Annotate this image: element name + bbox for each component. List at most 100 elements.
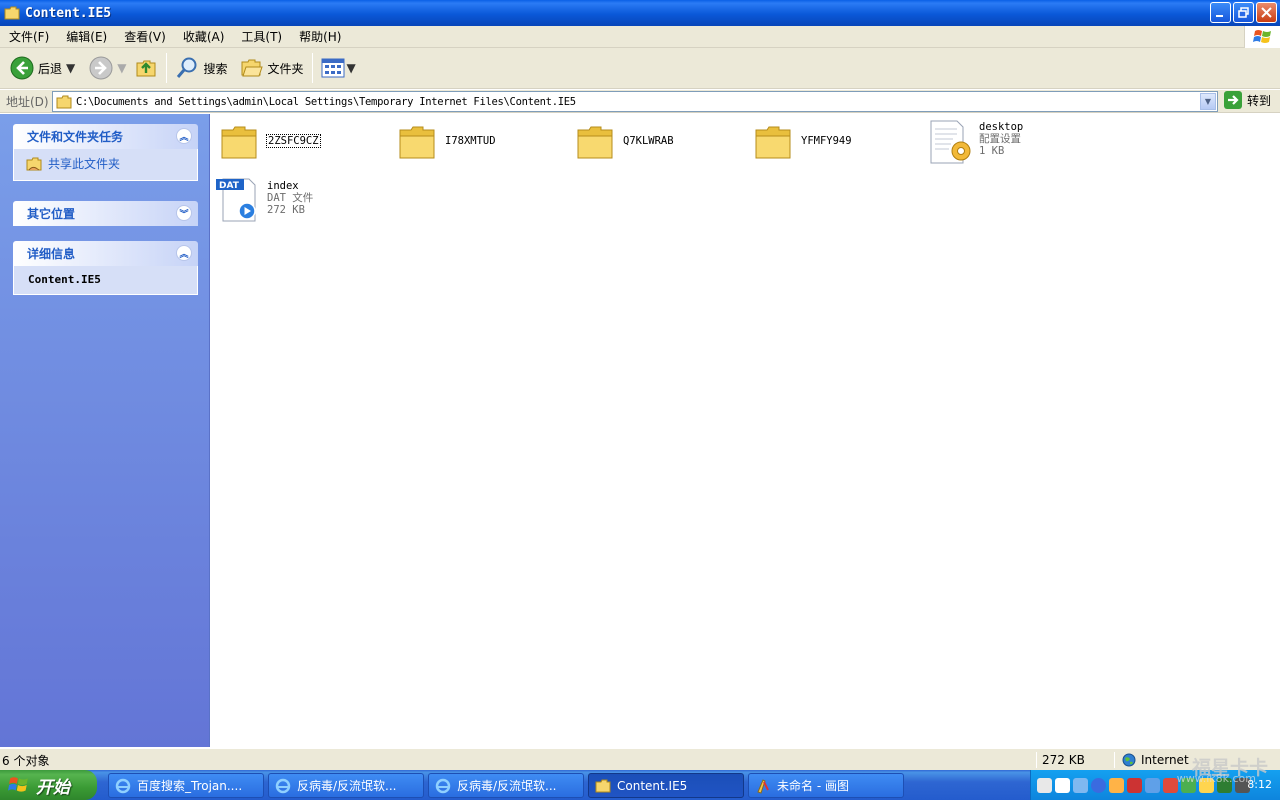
back-label: 后退 bbox=[38, 61, 63, 76]
panel-title: 文件和文件夹任务 bbox=[27, 130, 124, 144]
other-places-panel: 其它位置 ︾ bbox=[13, 201, 198, 226]
qq-icon[interactable] bbox=[1109, 777, 1124, 793]
file-name: YFMFY949 bbox=[801, 135, 852, 147]
panel-header[interactable]: 其它位置 ︾ bbox=[13, 201, 198, 226]
forward-arrow-icon bbox=[89, 56, 113, 80]
chevron-down-icon[interactable]: ▼ bbox=[347, 61, 356, 75]
monitor-icon[interactable] bbox=[1145, 777, 1160, 793]
help-icon[interactable] bbox=[1055, 777, 1070, 793]
restore-button[interactable] bbox=[1233, 2, 1254, 23]
detail-folder-name: Content.IE5 bbox=[28, 273, 101, 286]
start-label: 开始 bbox=[36, 777, 70, 798]
ie-icon bbox=[435, 778, 451, 793]
chevron-down-icon[interactable]: ▼ bbox=[66, 61, 75, 75]
folders-label: 文件夹 bbox=[267, 61, 304, 76]
folders-button[interactable]: 文件夹 bbox=[236, 51, 308, 85]
toolbar-separator bbox=[166, 53, 168, 83]
taskbar-item[interactable]: 反病毒/反流氓软... bbox=[268, 773, 424, 798]
search-label: 搜索 bbox=[203, 61, 228, 76]
views-icon bbox=[321, 58, 345, 78]
file-item[interactable]: YFMFY949 bbox=[753, 122, 852, 162]
antivirus-icon[interactable] bbox=[1127, 777, 1142, 793]
search-icon bbox=[177, 57, 197, 78]
restore-icon bbox=[1238, 7, 1249, 18]
folder-icon bbox=[577, 126, 613, 159]
toolbar: 后退 ▼ ▼ 搜索 文件夹 ▼ bbox=[0, 48, 1280, 89]
menu-help[interactable]: 帮助(H) bbox=[290, 28, 349, 45]
file-item[interactable]: I78XMTUD bbox=[397, 122, 496, 162]
taskbar-item[interactable]: Content.IE5 bbox=[588, 773, 744, 798]
back-button[interactable]: 后退 ▼ bbox=[6, 51, 79, 85]
panel-header[interactable]: 详细信息 ︽ bbox=[13, 241, 198, 266]
watermark-url: www.ik8k.com bbox=[1176, 772, 1256, 785]
windows-logo-icon bbox=[1244, 26, 1280, 48]
zone-indicator: Internet bbox=[1122, 751, 1189, 769]
details-panel: 详细信息 ︽ Content.IE5 bbox=[13, 241, 198, 295]
share-folder-label: 共享此文件夹 bbox=[48, 157, 121, 171]
go-button[interactable]: 转到 bbox=[1224, 91, 1271, 109]
file-item[interactable]: 2ZSFC9CZ bbox=[219, 122, 321, 162]
chevron-down-icon[interactable]: ▼ bbox=[117, 61, 126, 75]
taskbar-item[interactable]: 未命名 - 画图 bbox=[748, 773, 904, 798]
status-divider bbox=[1114, 752, 1115, 768]
ie-icon bbox=[115, 778, 131, 793]
taskbar-item-label: 未命名 - 画图 bbox=[777, 779, 849, 793]
dat-badge-label: DAT bbox=[219, 181, 240, 191]
taskbar-item-label: 反病毒/反流氓软... bbox=[297, 779, 397, 793]
start-button[interactable]: 开始 bbox=[0, 770, 97, 800]
minimize-button[interactable] bbox=[1210, 2, 1231, 23]
forward-button[interactable]: ▼ bbox=[85, 51, 130, 85]
dat-file-icon: DAT bbox=[216, 178, 256, 222]
taskbar-item[interactable]: 百度搜索_Trojan.... bbox=[108, 773, 264, 798]
menu-edit[interactable]: 编辑(E) bbox=[57, 28, 115, 45]
share-folder-task[interactable]: 共享此文件夹 bbox=[26, 155, 187, 172]
file-type: 配置设置 bbox=[979, 133, 1021, 145]
address-path: C:\Documents and Settings\admin\Local Se… bbox=[76, 95, 576, 108]
file-item[interactable]: desktop 配置设置 1 KB bbox=[927, 117, 1023, 167]
folder-icon bbox=[595, 779, 611, 792]
close-icon bbox=[1261, 7, 1272, 18]
keyboard-icon[interactable] bbox=[1037, 777, 1052, 793]
file-size: 1 KB bbox=[979, 145, 1005, 157]
globe-icon bbox=[1122, 753, 1136, 767]
title-bar: Content.IE5 bbox=[0, 0, 1280, 26]
window-title: Content.IE5 bbox=[25, 5, 112, 21]
taskbar-item-label: 百度搜索_Trojan.... bbox=[137, 779, 243, 793]
object-count: 6 个对象 bbox=[2, 753, 50, 768]
file-item[interactable]: DAT index DAT 文件 272 KB bbox=[215, 175, 313, 225]
arrow-left-icon[interactable] bbox=[1091, 777, 1106, 793]
file-type: DAT 文件 bbox=[267, 192, 314, 204]
menu-favorites[interactable]: 收藏(A) bbox=[174, 28, 233, 45]
taskbar-item-label: 反病毒/反流氓软... bbox=[457, 779, 557, 793]
views-button[interactable]: ▼ bbox=[317, 51, 360, 85]
taskbar: 开始 百度搜索_Trojan.... 反病毒/反流氓软... 反病毒/反流氓软.… bbox=[0, 770, 1280, 800]
panel-header[interactable]: 文件和文件夹任务 ︽ bbox=[13, 124, 198, 149]
file-name: I78XMTUD bbox=[445, 135, 496, 147]
up-folder-button[interactable] bbox=[130, 51, 162, 85]
folders-icon bbox=[241, 59, 263, 77]
menu-file[interactable]: 文件(F) bbox=[0, 28, 57, 45]
menu-view[interactable]: 查看(V) bbox=[115, 28, 174, 45]
file-size: 272 KB bbox=[267, 204, 305, 216]
address-dropdown-button[interactable]: ▼ bbox=[1200, 93, 1216, 110]
network-icon[interactable] bbox=[1073, 777, 1088, 793]
close-button[interactable] bbox=[1256, 2, 1277, 23]
menu-tools[interactable]: 工具(T) bbox=[232, 28, 290, 45]
taskbar-item-label: Content.IE5 bbox=[617, 778, 688, 793]
collapse-icon[interactable]: ︽ bbox=[176, 128, 192, 144]
minimize-icon bbox=[1216, 15, 1223, 17]
file-name: 2ZSFC9CZ bbox=[266, 134, 321, 148]
collapse-icon[interactable]: ︽ bbox=[176, 245, 192, 261]
folder-icon bbox=[755, 126, 791, 159]
taskbar-item[interactable]: 反病毒/反流氓软... bbox=[428, 773, 584, 798]
toolbar-separator bbox=[311, 53, 313, 83]
expand-icon[interactable]: ︾ bbox=[176, 205, 192, 221]
go-arrow-icon bbox=[1224, 91, 1242, 109]
search-button[interactable]: 搜索 bbox=[171, 51, 231, 85]
up-folder-icon bbox=[136, 60, 156, 77]
address-input[interactable]: C:\Documents and Settings\admin\Local Se… bbox=[52, 91, 1218, 112]
folder-icon bbox=[221, 126, 257, 159]
status-bar: 6 个对象 272 KB Internet bbox=[0, 748, 1280, 770]
ie-icon bbox=[275, 778, 291, 793]
file-item[interactable]: Q7KLWRAB bbox=[575, 122, 674, 162]
